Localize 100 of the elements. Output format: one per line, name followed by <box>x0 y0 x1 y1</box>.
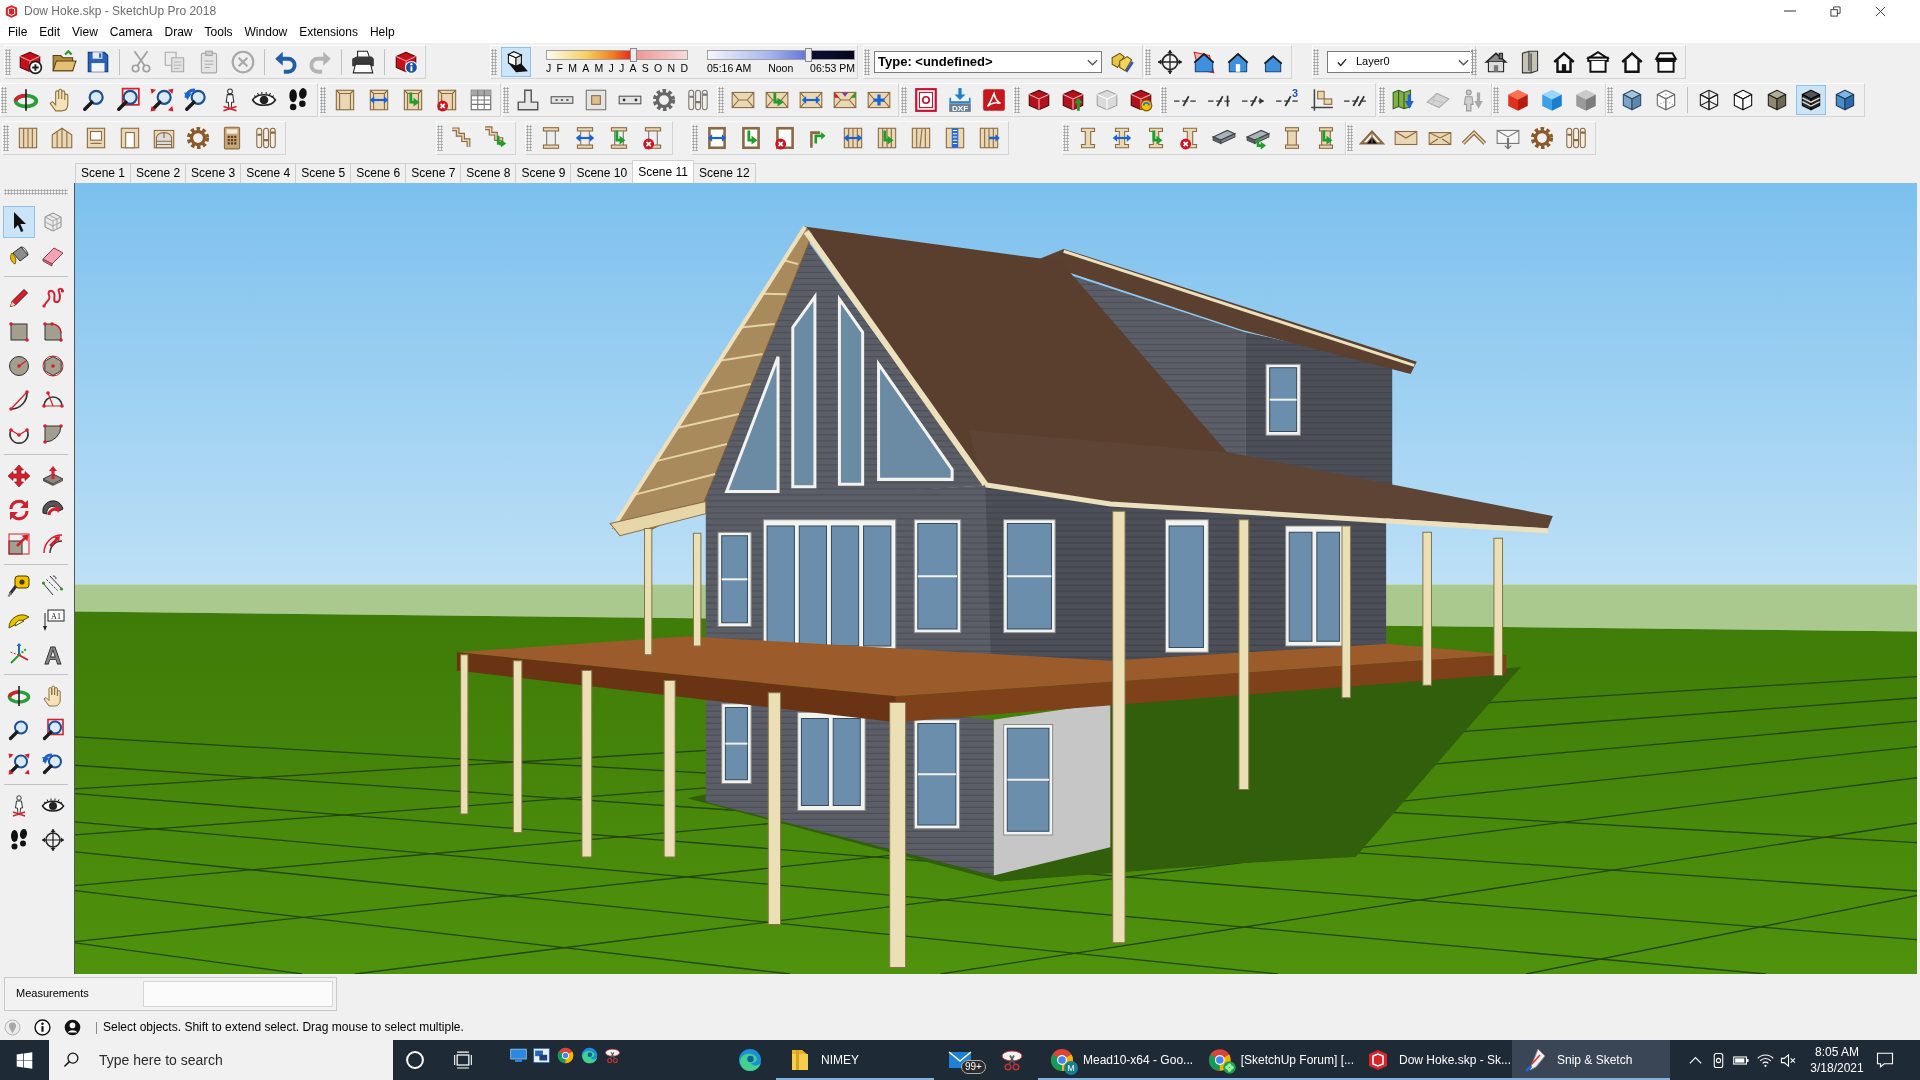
gear-icon[interactable] <box>185 125 211 151</box>
menu-item[interactable]: Camera <box>103 22 159 43</box>
vertical-bars-icon[interactable] <box>685 87 711 113</box>
gear-icon[interactable] <box>1529 125 1555 151</box>
gear-icon[interactable] <box>651 87 677 113</box>
menu-item[interactable]: Extensions <box>293 22 364 43</box>
footing-icon[interactable] <box>515 87 541 113</box>
previous-view-icon <box>41 752 65 776</box>
menu-item[interactable]: Tools <box>198 22 239 43</box>
house-outline-icon[interactable] <box>1551 49 1577 75</box>
solid-cube-icon[interactable] <box>1505 87 1531 113</box>
measurements-field[interactable] <box>143 981 333 1007</box>
month-label: J <box>608 63 614 74</box>
house-overhang-icon[interactable] <box>1653 49 1679 75</box>
time-slider-thumb[interactable] <box>805 48 813 62</box>
freehand-curve-icon <box>41 286 65 310</box>
magnifier-icon[interactable] <box>81 87 107 113</box>
block-upload-icon[interactable] <box>1060 87 1086 113</box>
time-label: 06:53 PM <box>810 63 855 74</box>
monitor-icon[interactable] <box>510 1047 527 1064</box>
select-tool-button[interactable] <box>3 206 35 238</box>
month-label: M <box>594 63 604 74</box>
unread-count: 99+ <box>961 1060 986 1074</box>
grid-table-icon[interactable] <box>468 87 494 113</box>
house-plane-icon[interactable] <box>1191 49 1217 75</box>
pencil-icon <box>7 286 31 310</box>
gable-wall-icon[interactable] <box>49 125 75 151</box>
user-circle-icon[interactable] <box>64 1019 81 1036</box>
clock-date: 3/18/2021 <box>1809 1060 1865 1076</box>
clock[interactable]: 8:05 AM 3/18/2021 <box>1800 1044 1874 1076</box>
undo-arrow-icon[interactable] <box>273 49 299 75</box>
orbit-icon[interactable] <box>13 87 39 113</box>
square-pad-icon[interactable] <box>583 87 609 113</box>
orbit-icon <box>7 684 31 708</box>
push-pull-icon <box>41 464 65 488</box>
close-icon[interactable] <box>1875 5 1886 17</box>
taskbar-app-button[interactable]: M Mead10-x64 - Goo... <box>1038 1040 1196 1080</box>
month-label: D <box>680 63 688 74</box>
profile-avatar: M <box>1064 1061 1078 1075</box>
browser-swirl-icon[interactable] <box>581 1047 598 1064</box>
taskbar-app-button[interactable]: 99+ <box>934 1040 986 1080</box>
date-slider-track[interactable] <box>546 50 688 60</box>
vertical-bars-icon[interactable] <box>253 125 279 151</box>
zoom-window-icon[interactable] <box>115 87 141 113</box>
taskbar-app-button[interactable]: NIMEY <box>776 1040 934 1080</box>
previous-view-icon[interactable] <box>183 87 209 113</box>
menu-item[interactable]: Window <box>238 22 294 43</box>
menu-item[interactable]: Draw <box>158 22 199 43</box>
time-label: Noon <box>768 63 794 74</box>
circle-icon[interactable] <box>405 1050 425 1070</box>
scene-tab[interactable]: Scene 11 <box>632 160 694 183</box>
entity-type-dropdown[interactable]: Type: <undefined> <box>874 51 1102 73</box>
scene-tab[interactable]: Scene 1 <box>75 163 132 183</box>
matte-cube-icon[interactable] <box>1573 87 1599 113</box>
scene-tab[interactable]: Scene 12 <box>692 163 756 183</box>
browser-icon[interactable] <box>557 1047 574 1064</box>
dimension-marks-icon <box>41 574 65 598</box>
vertical-bars-icon[interactable] <box>1563 125 1589 151</box>
scissors-icon[interactable] <box>604 1047 621 1064</box>
date-slider-thumb[interactable] <box>630 48 638 62</box>
block-icon[interactable] <box>1026 87 1052 113</box>
block-refresh-icon[interactable] <box>1128 87 1154 113</box>
tape-measure-icon <box>7 574 31 598</box>
zoom-extents-icon[interactable] <box>149 87 175 113</box>
house-frame-icon[interactable] <box>1619 49 1645 75</box>
speaker-muted-icon[interactable] <box>1780 1051 1797 1069</box>
pdf-document-icon[interactable] <box>981 87 1007 113</box>
month-label: N <box>667 63 676 74</box>
info-block-icon[interactable] <box>393 49 419 75</box>
corner-dimension-icon[interactable] <box>1309 87 1335 113</box>
menu-item[interactable]: Help <box>363 22 401 43</box>
printer-icon[interactable] <box>350 49 376 75</box>
notification-icon[interactable] <box>1876 1051 1894 1069</box>
taskbar-app-button[interactable]: [SketchUp Forum] [... <box>1196 1040 1354 1080</box>
rectangle-icon <box>7 320 31 344</box>
menu-item[interactable]: File <box>2 22 34 43</box>
task-view-icon[interactable] <box>453 1050 473 1070</box>
house-eave-icon[interactable] <box>1585 49 1611 75</box>
new-model-icon[interactable] <box>17 49 43 75</box>
framed-report-icon[interactable] <box>913 87 939 113</box>
taskbar-search-field[interactable]: Type here to search <box>49 1040 393 1080</box>
pen-nib-icon <box>1524 1048 1548 1072</box>
info-circle-icon[interactable] <box>34 1019 51 1036</box>
time-slider-track[interactable] <box>707 50 855 60</box>
browser-swirl-icon <box>738 1048 762 1072</box>
offset-arcs-icon <box>41 532 65 556</box>
translucent-cube-icon[interactable] <box>1539 87 1565 113</box>
axes-icon <box>7 642 31 666</box>
windows-logo-icon[interactable] <box>16 1051 33 1069</box>
windows-stack-icon[interactable] <box>533 1047 550 1064</box>
wifi-icon[interactable] <box>1757 1051 1774 1069</box>
layer-dropdown[interactable]: Layer0 <box>1327 51 1473 73</box>
shadows-toggle-button[interactable] <box>501 47 531 77</box>
textured-style-button[interactable] <box>1796 85 1826 115</box>
restore-icon[interactable] <box>1830 5 1841 17</box>
menu-item[interactable]: View <box>66 22 104 43</box>
menu-item[interactable]: Edit <box>33 22 67 43</box>
month-label: J <box>546 63 552 74</box>
crosshair-icon[interactable] <box>1157 49 1183 75</box>
taskbar-app-button[interactable]: Snip & Sketch <box>1512 1040 1670 1080</box>
